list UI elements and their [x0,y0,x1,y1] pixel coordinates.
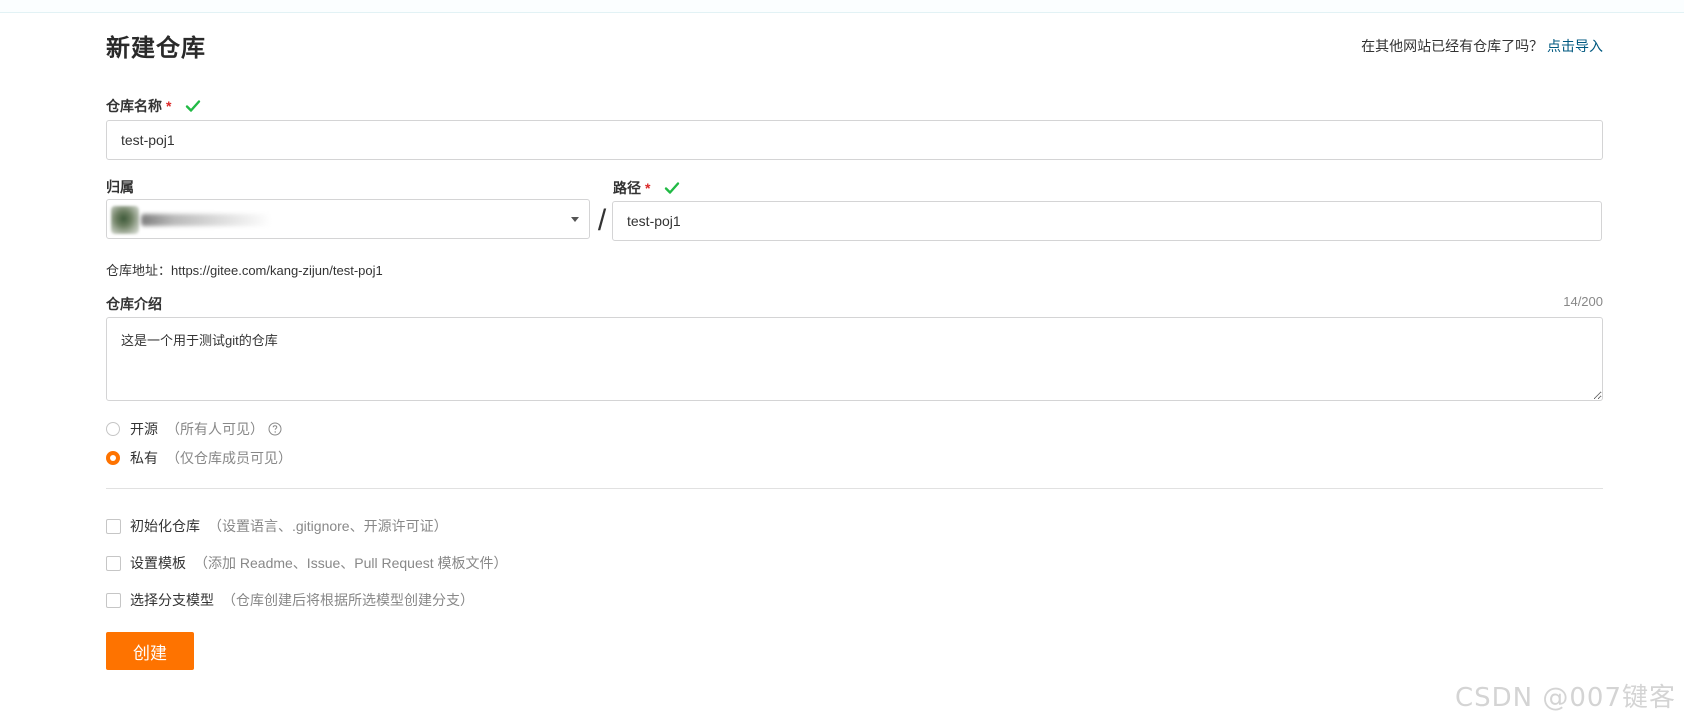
visibility-private-label: 私有 [130,450,158,466]
option-set-template[interactable]: 设置模板 （添加 Readme、Issue、Pull Request 模板文件） [106,553,508,573]
create-button[interactable]: 创建 [106,632,194,670]
radio-public[interactable] [106,422,120,436]
description-label: 仓库介绍 [106,294,162,314]
radio-private[interactable] [106,451,120,465]
owner-label-text: 归属 [106,179,134,195]
owner-name-redacted [141,214,271,226]
checkbox-init-repo[interactable] [106,518,121,534]
divider [106,488,1603,489]
owner-select[interactable] [106,199,590,239]
visibility-private-hint: （仅仓库成员可见） [166,450,292,466]
init-repo-hint: （设置语言、.gitignore、开源许可证） [208,518,448,534]
path-label-text: 路径 [613,180,641,196]
repo-url: 仓库地址：https://gitee.com/kang-zijun/test-p… [106,263,383,278]
set-template-hint: （添加 Readme、Issue、Pull Request 模板文件） [194,555,508,571]
import-prompt: 在其他网站已经有仓库了吗？ [1361,38,1544,54]
import-link[interactable]: 点击导入 [1547,38,1603,54]
path-label: 路径 * [613,178,680,198]
path-separator: / [597,204,607,237]
visibility-option-public[interactable]: 开源 （所有人可见） [106,419,282,439]
visibility-option-private[interactable]: 私有 （仅仓库成员可见） [106,448,292,468]
description-counter: 14/200 [1563,294,1603,309]
repo-name-input[interactable] [106,120,1603,160]
required-mark: * [645,180,651,196]
option-init-repo[interactable]: 初始化仓库 （设置语言、.gitignore、开源许可证） [106,516,448,536]
set-template-label: 设置模板 [130,555,186,571]
branch-model-hint: （仓库创建后将根据所选模型创建分支） [222,592,474,608]
branch-model-label: 选择分支模型 [130,592,214,608]
check-icon [186,100,201,112]
owner-label: 归属 [106,177,134,197]
option-branch-model[interactable]: 选择分支模型 （仓库创建后将根据所选模型创建分支） [106,590,474,610]
top-strip [0,0,1684,13]
caret-down-icon [571,217,579,222]
visibility-public-label: 开源 [130,421,158,437]
check-icon [665,182,680,194]
owner-avatar [111,206,139,234]
page-title: 新建仓库 [106,35,206,62]
question-circle-icon[interactable] [268,422,282,436]
checkbox-set-template[interactable] [106,555,121,571]
init-repo-label: 初始化仓库 [130,518,200,534]
required-mark: * [166,98,172,114]
description-label-text: 仓库介绍 [106,296,162,312]
watermark: CSDN @007键客 [1454,683,1676,713]
repo-name-label: 仓库名称 * [106,96,201,116]
path-input[interactable] [612,201,1602,241]
checkbox-branch-model[interactable] [106,592,121,608]
visibility-public-hint: （所有人可见） [166,421,264,437]
import-hint: 在其他网站已经有仓库了吗？ 点击导入 [1361,36,1603,56]
repo-name-label-text: 仓库名称 [106,98,162,114]
description-textarea[interactable]: 这是一个用于测试git的仓库 [106,317,1603,401]
